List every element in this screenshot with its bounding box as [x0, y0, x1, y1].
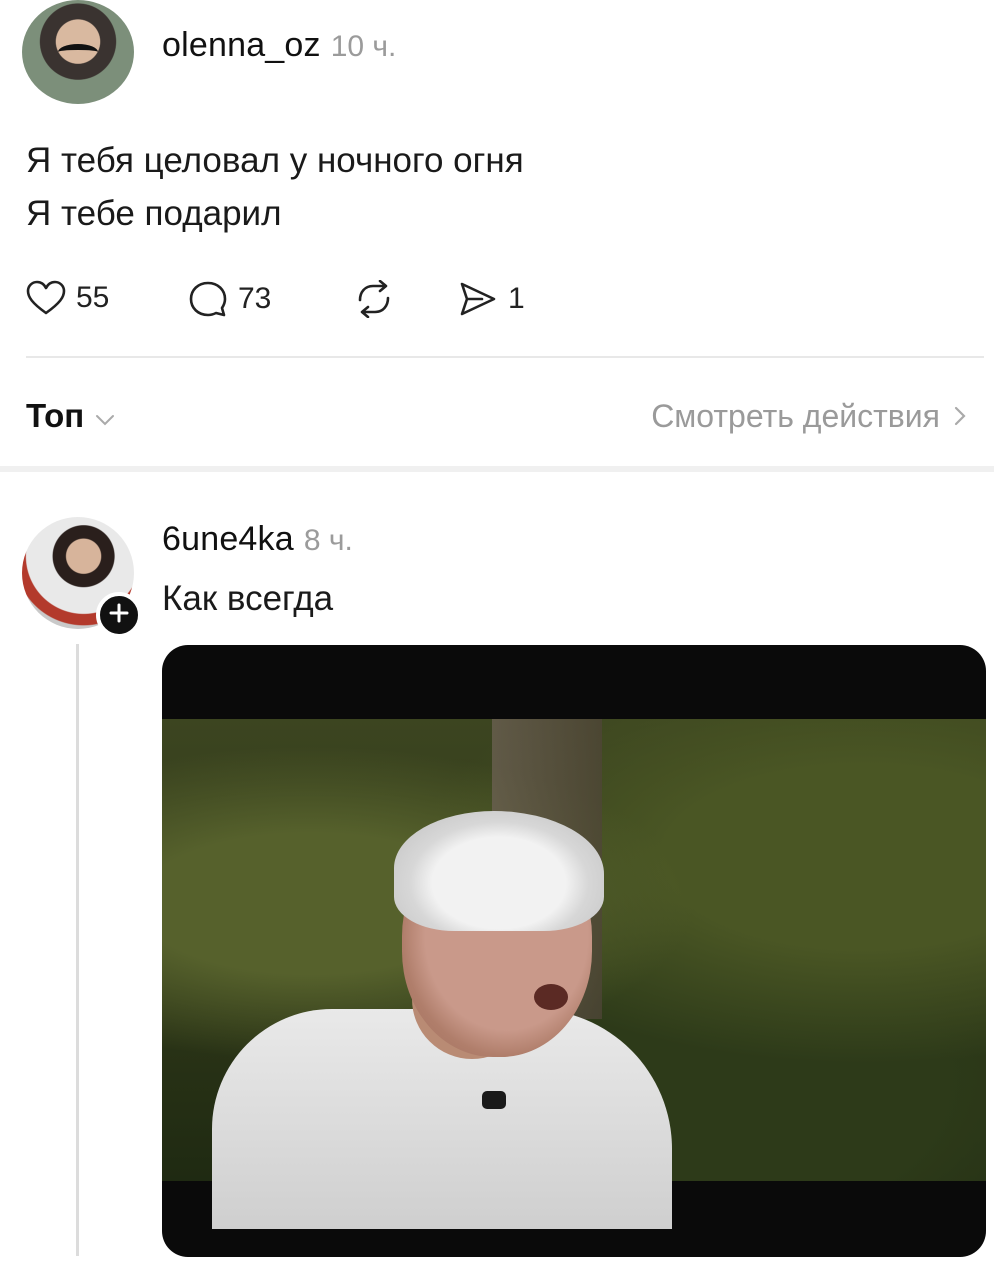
- reply-video-media[interactable]: [162, 645, 986, 1257]
- repost-button[interactable]: [352, 280, 396, 318]
- video-frame: [162, 719, 986, 1229]
- share-count: 1: [508, 282, 525, 315]
- share-button[interactable]: 1: [458, 280, 525, 318]
- reply-text: Как всегда: [162, 579, 334, 618]
- plus-icon: [108, 602, 130, 629]
- post-line-2: Я тебе подарил: [26, 194, 282, 233]
- see-actions-link[interactable]: Смотреть действия: [651, 398, 966, 435]
- post-line-1: Я тебя целовал у ночного огня: [26, 141, 524, 180]
- like-button[interactable]: 55: [26, 280, 109, 316]
- section-divider: [0, 466, 994, 472]
- post-divider: [26, 356, 984, 358]
- person-hair: [394, 811, 604, 931]
- paper-plane-icon: [458, 280, 498, 318]
- chevron-down-icon: [94, 397, 116, 435]
- post-header: olenna_oz 10 ч.: [162, 26, 396, 65]
- comment-button[interactable]: 73: [188, 280, 271, 318]
- heart-icon: [26, 280, 66, 316]
- comment-bubble-icon: [188, 280, 228, 318]
- person-mouth: [534, 984, 568, 1010]
- chevron-right-icon: [954, 398, 966, 435]
- see-actions-label: Смотреть действия: [651, 398, 940, 434]
- reply-timestamp: 8 ч.: [303, 524, 353, 557]
- post-body: Я тебя целовал у ночного огня Я тебе под…: [26, 134, 966, 240]
- reply-author-username[interactable]: 6une4ka: [162, 520, 294, 559]
- follow-button[interactable]: [96, 592, 142, 638]
- avatar-mustache-decoration: [58, 44, 98, 60]
- sort-dropdown[interactable]: Топ: [26, 397, 116, 435]
- thread-line: [76, 644, 79, 1256]
- like-count: 55: [76, 281, 110, 314]
- repost-arrows-icon: [352, 280, 396, 318]
- lapel-mic: [482, 1091, 506, 1109]
- post-timestamp: 10 ч.: [330, 30, 397, 63]
- post-author-username[interactable]: olenna_oz: [162, 26, 321, 65]
- sort-label: Топ: [26, 397, 85, 434]
- comment-count: 73: [238, 282, 272, 315]
- reply-header: 6une4ka 8 ч.: [162, 520, 353, 559]
